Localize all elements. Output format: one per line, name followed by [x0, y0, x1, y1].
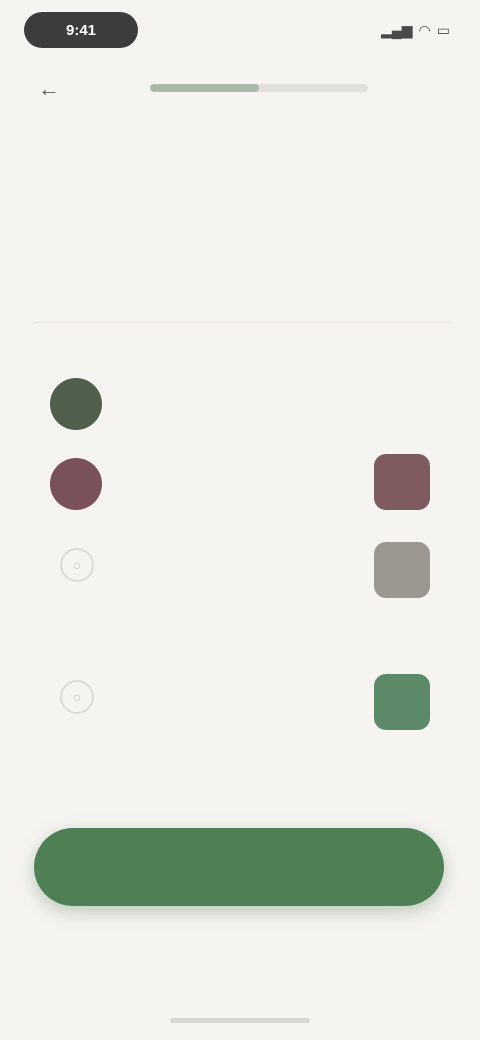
circle-icon: ○ — [60, 548, 94, 582]
home-indicator — [170, 1018, 310, 1023]
item-thumbnail — [374, 454, 430, 510]
signal-icon: ▂▄▆ — [381, 22, 413, 38]
item-thumbnail — [374, 542, 430, 598]
avatar — [50, 458, 102, 510]
status-bar: 9:41 ▂▄▆ ◠ ▭ — [0, 0, 480, 64]
nav-row: ← — [0, 70, 480, 110]
wifi-icon: ◠ — [418, 22, 431, 38]
status-time: 9:41 — [65, 21, 97, 39]
progress-fill — [150, 84, 259, 92]
circle-icon: ○ — [60, 680, 94, 714]
continue-button[interactable] — [34, 828, 444, 906]
item-thumbnail — [374, 674, 430, 730]
battery-icon: ▭ — [436, 22, 450, 38]
section-divider — [34, 322, 452, 323]
status-icons: ▂▄▆ ◠ ▭ — [381, 22, 450, 39]
avatar — [50, 378, 102, 430]
status-pill: 9:41 — [24, 12, 138, 48]
progress-bar — [150, 84, 368, 92]
back-arrow-icon[interactable]: ← — [38, 76, 60, 102]
